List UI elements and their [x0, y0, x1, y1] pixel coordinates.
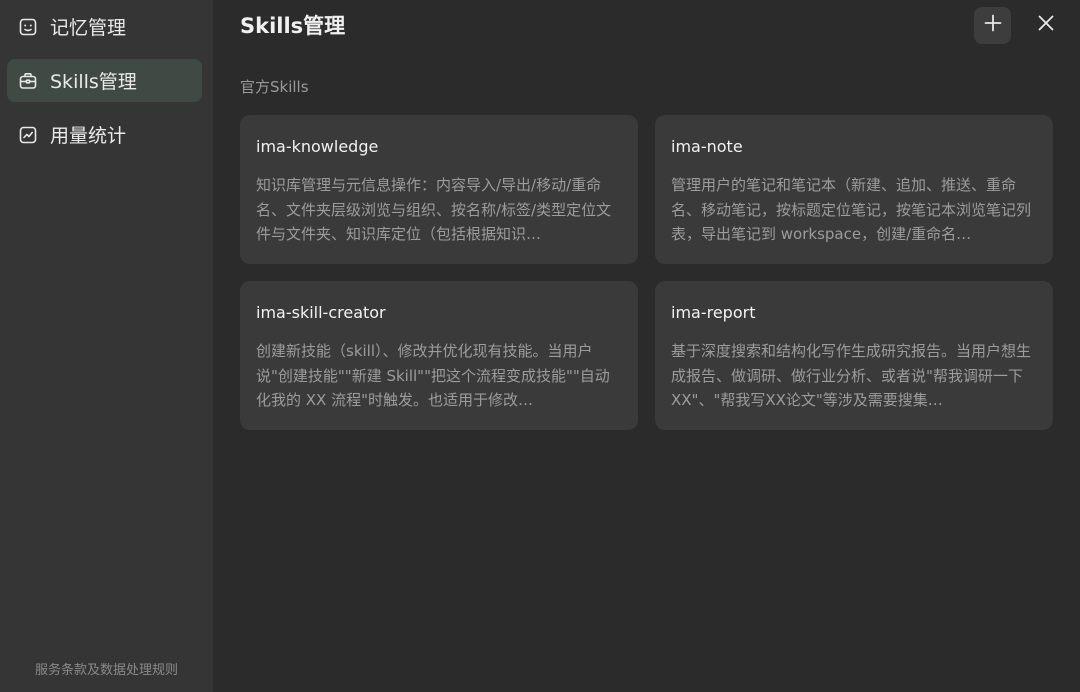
- sidebar-item-memory[interactable]: 记忆管理: [7, 5, 202, 48]
- toolbox-icon: [18, 71, 38, 91]
- sidebar-item-label: Skills管理: [50, 71, 137, 93]
- skill-card[interactable]: ima-knowledge 知识库管理与元信息操作：内容导入/导出/移动/重命名…: [240, 115, 638, 264]
- skill-card-description: 基于深度搜索和结构化写作生成研究报告。当用户想生成报告、做调研、做行业分析、或者…: [671, 342, 1032, 409]
- close-icon: [1038, 15, 1054, 35]
- skill-card-title: ima-skill-creator: [256, 303, 386, 322]
- main-panel: Skills管理 官方Skills ima-knowledge 知识库管理与元信…: [213, 0, 1080, 692]
- sidebar-item-label: 用量统计: [50, 125, 127, 147]
- plus-icon: [984, 14, 1002, 36]
- skill-card[interactable]: ima-skill-creator 创建新技能（skill）、修改并优化现有技能…: [240, 281, 638, 430]
- skill-card-description: 创建新技能（skill）、修改并优化现有技能。当用户说"创建技能""新建 Ski…: [256, 342, 610, 409]
- skill-card-title: ima-note: [671, 137, 743, 156]
- sidebar-item-skills[interactable]: Skills管理: [7, 59, 202, 102]
- skill-card-description: 知识库管理与元信息操作：内容导入/导出/移动/重命名、文件夹层级浏览与组织、按名…: [256, 176, 612, 243]
- add-skill-button[interactable]: [974, 6, 1011, 44]
- chart-icon: [18, 125, 38, 145]
- sidebar-item-label: 记忆管理: [50, 17, 127, 39]
- section-label: 官方Skills: [240, 78, 309, 96]
- skill-card[interactable]: ima-report 基于深度搜索和结构化写作生成研究报告。当用户想生成报告、做…: [655, 281, 1053, 430]
- skill-card-title: ima-knowledge: [256, 137, 379, 156]
- sidebar-item-usage[interactable]: 用量统计: [7, 113, 202, 156]
- skill-card-title: ima-report: [671, 303, 756, 322]
- header: Skills管理: [240, 0, 1054, 56]
- header-actions: [974, 6, 1064, 44]
- close-button[interactable]: [1027, 7, 1064, 44]
- terms-link[interactable]: 服务条款及数据处理规则: [0, 659, 213, 678]
- page-title: Skills管理: [240, 13, 346, 38]
- skill-card-description: 管理用户的笔记和笔记本（新建、追加、推送、重命名、移动笔记，按标题定位笔记，按笔…: [671, 176, 1032, 243]
- app-window: 记忆管理 Skills管理 用量统计 服务条款及数据处理规则 Skills管理 …: [0, 0, 1080, 692]
- skill-card[interactable]: ima-note 管理用户的笔记和笔记本（新建、追加、推送、重命名、移动笔记，按…: [655, 115, 1053, 264]
- skills-grid: ima-knowledge 知识库管理与元信息操作：内容导入/导出/移动/重命名…: [240, 115, 1054, 430]
- robot-face-icon: [18, 17, 38, 37]
- sidebar: 记忆管理 Skills管理 用量统计 服务条款及数据处理规则: [0, 0, 213, 692]
